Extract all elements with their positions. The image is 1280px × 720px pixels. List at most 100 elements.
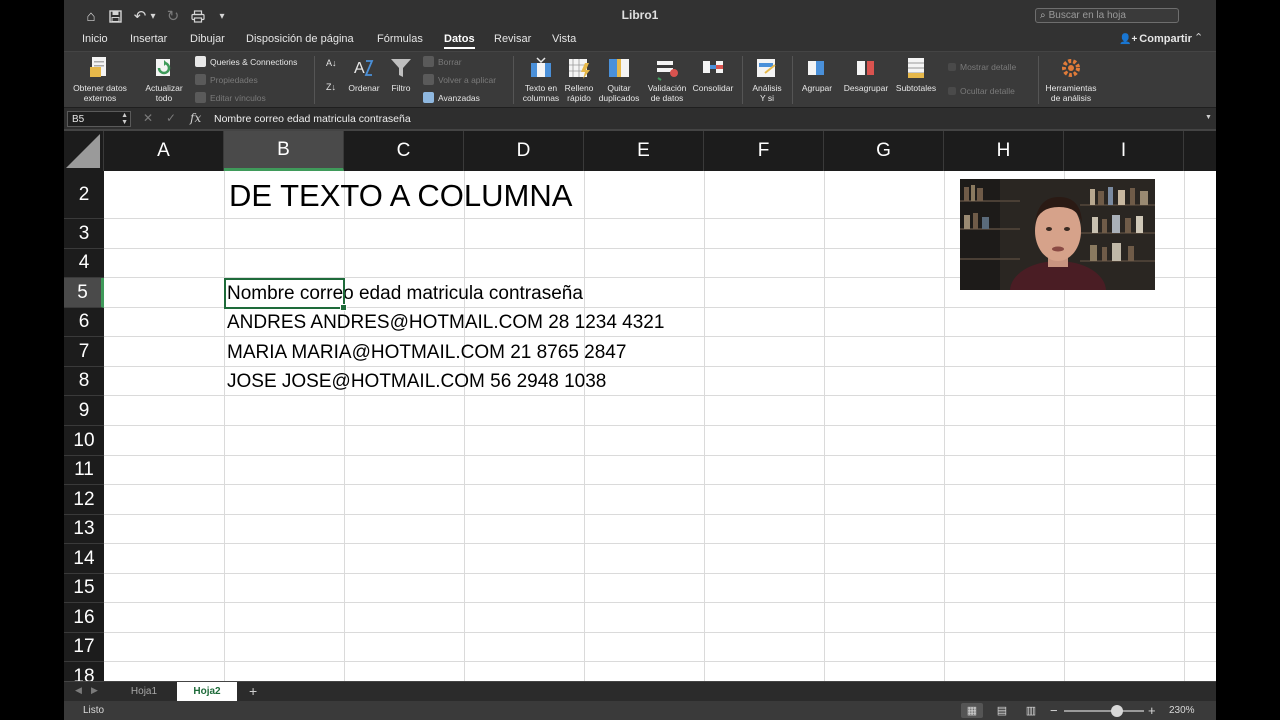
collapse-ribbon-icon[interactable]: ⌃ <box>1194 31 1203 44</box>
column-header-f[interactable]: F <box>704 131 824 171</box>
row-header-6[interactable]: 6 <box>64 308 104 337</box>
status-bar: Listo ▦ ▤ ▥ − + 230% <box>64 701 1216 720</box>
cell-b7[interactable]: MARIA MARIA@HOTMAIL.COM 21 8765 2847 <box>227 342 626 364</box>
active-cell-selection[interactable] <box>224 278 347 311</box>
row-header-3[interactable]: 3 <box>64 219 104 249</box>
sort-button[interactable]: A Ordenar <box>345 55 383 94</box>
page-break-view-icon[interactable]: ▥ <box>1020 703 1042 718</box>
consolidate-button[interactable]: Consolidar <box>690 55 736 94</box>
row-header-17[interactable]: 17 <box>64 633 104 662</box>
gridline <box>104 366 1216 367</box>
ungroup-button[interactable]: Desagrupar <box>840 55 892 94</box>
show-detail-button[interactable]: Mostrar detalle <box>948 62 1016 72</box>
formula-input[interactable]: Nombre correo edad matricula contraseña <box>214 113 411 125</box>
row-header-14[interactable]: 14 <box>64 544 104 574</box>
svg-text:A: A <box>354 60 365 77</box>
zoom-out-icon[interactable]: − <box>1050 703 1058 718</box>
tab-vista[interactable]: Vista <box>552 33 576 45</box>
analysis-tools-button[interactable]: Herramientas de análisis <box>1042 55 1100 103</box>
cell-b6[interactable]: ANDRES ANDRES@HOTMAIL.COM 28 1234 4321 <box>227 312 664 334</box>
next-sheet-icon[interactable]: ▶ <box>91 685 98 696</box>
tab-dibujar[interactable]: Dibujar <box>190 33 225 45</box>
column-header-i[interactable]: I <box>1064 131 1184 171</box>
sheet-tabs-bar: ◀ ▶ Hoja1 Hoja2 + <box>64 681 1216 701</box>
tab-inicio[interactable]: Inicio <box>82 33 108 45</box>
prev-sheet-icon[interactable]: ◀ <box>75 685 82 696</box>
column-header-c[interactable]: C <box>344 131 464 171</box>
expand-formula-icon[interactable]: ▼ <box>1205 114 1212 121</box>
tab-disposicion[interactable]: Disposición de página <box>246 33 354 45</box>
text-to-columns-button[interactable]: Texto en columnas <box>518 55 564 103</box>
column-header-h[interactable]: H <box>944 131 1064 171</box>
flash-fill-button[interactable]: Relleno rápido <box>562 55 596 103</box>
refresh-all-button[interactable]: Actualizar todo <box>140 55 188 103</box>
zoom-level[interactable]: 230% <box>1169 705 1195 716</box>
column-header-d[interactable]: D <box>464 131 584 171</box>
tab-formulas[interactable]: Fórmulas <box>377 33 423 45</box>
row-header-10[interactable]: 10 <box>64 426 104 456</box>
get-external-data-button[interactable]: Obtener datos externos <box>69 55 131 103</box>
subtotals-button[interactable]: Subtotales <box>892 55 940 94</box>
row-header-4[interactable]: 4 <box>64 249 104 278</box>
normal-view-icon[interactable]: ▦ <box>961 703 983 718</box>
column-header-g[interactable]: G <box>824 131 944 171</box>
refresh-icon <box>152 55 176 81</box>
add-sheet-icon[interactable]: + <box>249 683 257 699</box>
group-button[interactable]: Agrupar <box>796 55 838 94</box>
clear-icon <box>423 56 434 67</box>
zoom-in-icon[interactable]: + <box>1148 703 1156 718</box>
row-header-8[interactable]: 8 <box>64 367 104 396</box>
analysis-tools-label-2: de análisis <box>1050 92 1092 103</box>
hide-detail-button[interactable]: Ocultar detalle <box>948 86 1015 96</box>
edit-links-icon <box>195 92 206 103</box>
zoom-slider-knob[interactable] <box>1111 705 1123 717</box>
name-box[interactable]: B5 ▲ ▼ <box>67 111 131 127</box>
row-header-13[interactable]: 13 <box>64 515 104 544</box>
row-header-9[interactable]: 9 <box>64 396 104 426</box>
confirm-icon[interactable]: ✓ <box>166 111 176 125</box>
clear-filter-button[interactable]: Borrar <box>423 56 462 67</box>
row-header-7[interactable]: 7 <box>64 337 104 367</box>
share-button[interactable]: 👤+ Compartir <box>1119 33 1192 45</box>
sheet-tab-hoja2[interactable]: Hoja2 <box>177 682 237 701</box>
what-if-analysis-button[interactable]: Análisis Y si <box>746 55 788 103</box>
row-header-5[interactable]: 5 <box>64 278 104 308</box>
tab-insertar[interactable]: Insertar <box>130 33 167 45</box>
row-header-2[interactable]: 2 <box>64 171 104 219</box>
page-layout-view-icon[interactable]: ▤ <box>991 703 1013 718</box>
row-header-18[interactable]: 18 <box>64 662 104 682</box>
name-box-stepper-icon[interactable]: ▲ ▼ <box>121 112 128 126</box>
cancel-icon[interactable]: ✕ <box>143 111 153 125</box>
row-header-15[interactable]: 15 <box>64 574 104 603</box>
cell-b2[interactable]: DE TEXTO A COLUMNA <box>229 178 572 214</box>
ribbon-separator <box>1038 56 1039 104</box>
sheet-tab-hoja1[interactable]: Hoja1 <box>114 682 174 701</box>
filter-button[interactable]: Filtro <box>386 55 416 94</box>
column-header-a[interactable]: A <box>104 131 224 171</box>
reapply-button[interactable]: Volver a aplicar <box>423 74 496 85</box>
edit-links-button[interactable]: Editar vínculos <box>195 92 266 103</box>
external-data-icon <box>88 55 112 81</box>
sort-az-icon[interactable]: A↓ <box>326 58 337 68</box>
insert-function-icon[interactable]: fx <box>190 111 201 125</box>
row-header-12[interactable]: 12 <box>64 485 104 515</box>
sort-za-icon[interactable]: Z↓ <box>326 82 336 92</box>
queries-connections-button[interactable]: Queries & Connections <box>195 56 297 67</box>
queries-label: Queries & Connections <box>210 56 298 67</box>
tab-datos[interactable]: Datos <box>444 33 475 49</box>
column-header-b[interactable]: B <box>224 131 344 171</box>
cell-b8[interactable]: JOSE JOSE@HOTMAIL.COM 56 2948 1038 <box>227 371 606 393</box>
data-validation-button[interactable]: Validación de datos <box>644 55 690 103</box>
tab-revisar[interactable]: Revisar <box>494 33 531 45</box>
search-box[interactable]: ⌕ Buscar en la hoja <box>1035 8 1179 23</box>
properties-label: Propiedades <box>210 74 258 85</box>
select-all-corner[interactable] <box>64 131 104 171</box>
column-header-e[interactable]: E <box>584 131 704 171</box>
row-header-11[interactable]: 11 <box>64 456 104 485</box>
remove-duplicates-button[interactable]: Quitar duplicados <box>596 55 642 103</box>
row-header-16[interactable]: 16 <box>64 603 104 633</box>
zoom-slider[interactable] <box>1064 710 1144 712</box>
worksheet-grid[interactable]: DE TEXTO A COLUMNA Nombre correo edad ma… <box>104 171 1216 681</box>
properties-button[interactable]: Propiedades <box>195 74 258 85</box>
advanced-filter-button[interactable]: Avanzadas <box>423 92 480 103</box>
